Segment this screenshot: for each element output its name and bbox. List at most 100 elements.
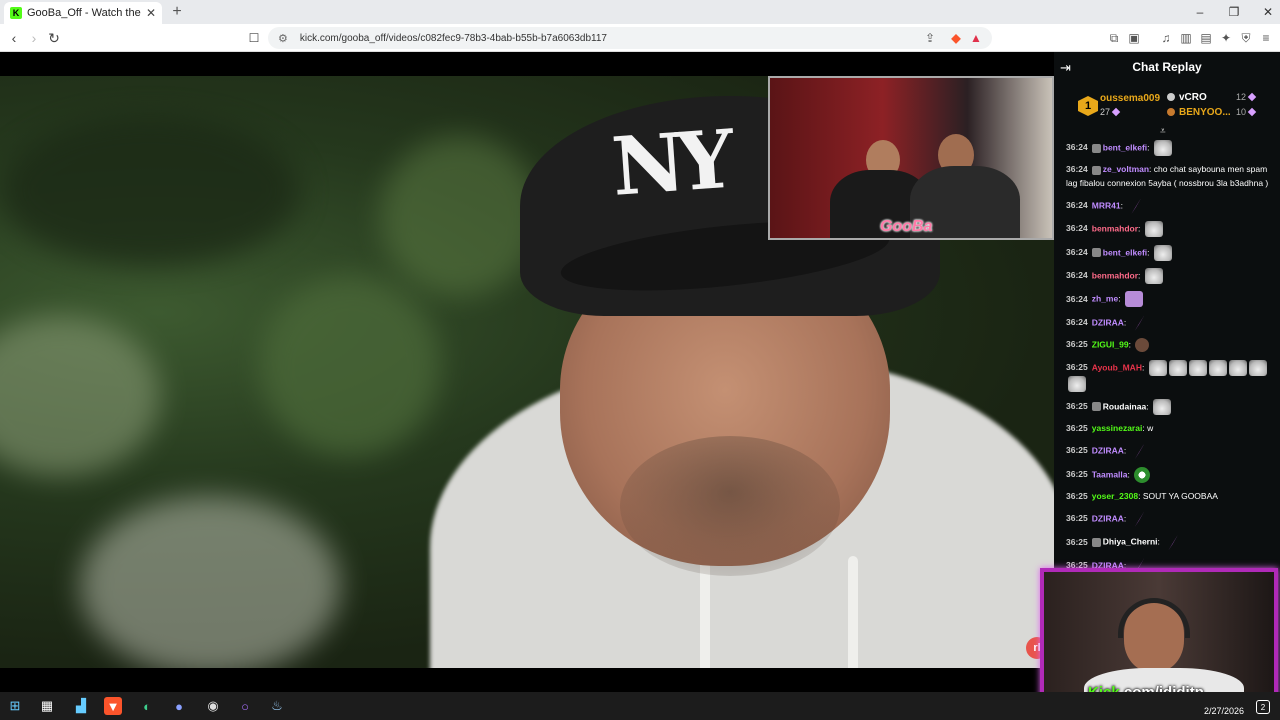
- app-icon[interactable]: ◐: [138, 697, 156, 715]
- chat-message: 36:25 Roudainaa:: [1066, 398, 1276, 415]
- gift-icon: [1247, 107, 1257, 117]
- chat-username[interactable]: yassinezarai: [1092, 423, 1143, 433]
- chat-username[interactable]: bent_elkefi: [1103, 247, 1147, 257]
- webcam-overlay: Kick.com/jdiditn: [1040, 568, 1278, 704]
- separator: :: [1147, 246, 1152, 257]
- windows-taskbar: ⊞ ▦ ▟ ▼ ◐ ● ◉ ○ ♨ 2/27/2026 2: [0, 692, 1280, 720]
- cat-emote-icon: [1152, 398, 1171, 415]
- notifications-icon[interactable]: 2: [1256, 700, 1270, 714]
- browser-tab[interactable]: K GooBa_Off - Watch the VOD ✕: [4, 2, 162, 24]
- separator: :: [1138, 270, 1143, 281]
- cat-emote-icon: [1144, 267, 1163, 284]
- back-button[interactable]: ‹: [4, 28, 24, 48]
- chat-message: 36:25 yassinezarai: w: [1066, 422, 1276, 436]
- media-icon[interactable]: ♫: [1158, 30, 1174, 46]
- tab-title: GooBa_Off - Watch the VOD: [27, 7, 142, 19]
- extensions-icon[interactable]: ⧉: [1106, 30, 1122, 46]
- wallet-icon[interactable]: ▤: [1198, 30, 1214, 46]
- kick-favicon-icon: K: [10, 7, 22, 19]
- purple-emote-icon: [1124, 291, 1143, 308]
- chat-message: 36:24 benmahdor:: [1066, 267, 1276, 284]
- separator: :: [1123, 513, 1129, 524]
- chat-message: 36:25 DZIRAA:: [1066, 510, 1276, 527]
- cat-emote-icon: [1168, 359, 1187, 376]
- separator: :: [1147, 142, 1152, 153]
- expand-leaderboard-icon[interactable]: ⩡: [1160, 126, 1166, 137]
- chat-username[interactable]: DZIRAA: [1092, 445, 1124, 455]
- chat-username[interactable]: Roudainaa: [1103, 401, 1146, 411]
- discord-icon[interactable]: ●: [170, 697, 188, 715]
- video-player[interactable]: NY GooBa rl: [0, 52, 1054, 692]
- feather-emote-icon: [1134, 314, 1145, 331]
- chat-message: 36:25 Taamalla:: [1066, 466, 1276, 483]
- feather-emote-icon: [1131, 197, 1142, 214]
- leaderboard-third-count: 10: [1236, 107, 1247, 117]
- windows-start-icon[interactable]: ⊞: [6, 697, 24, 715]
- brave-rewards-icon[interactable]: ▲: [968, 30, 984, 46]
- cat-emote-icon: [1228, 359, 1247, 376]
- user-badge-icon: [1091, 537, 1101, 547]
- leo-icon[interactable]: ✦: [1218, 30, 1234, 46]
- leaderboard-first-name[interactable]: oussema009: [1100, 93, 1160, 104]
- feather-emote-icon: [1168, 534, 1179, 551]
- address-bar-row: ‹ › ↻ ☐ ⚙ kick.com/gooba_off/videos/c082…: [0, 24, 1280, 52]
- cat-emote-icon: [1248, 359, 1267, 376]
- bookmark-icon[interactable]: ☐: [244, 28, 264, 48]
- new-tab-button[interactable]: +: [168, 3, 186, 21]
- chat-username[interactable]: ZIGUI_99: [1092, 339, 1129, 349]
- ny-logo: NY: [608, 112, 730, 214]
- url-text: kick.com/gooba_off/videos/c082fec9-78b3-…: [299, 32, 607, 44]
- chat-username[interactable]: yoser_2308: [1092, 491, 1138, 501]
- chat-username[interactable]: bent_elkefi: [1103, 142, 1147, 152]
- user-badge-icon: [1091, 165, 1101, 175]
- message-timestamp: 36:24: [1066, 246, 1088, 257]
- chat-username[interactable]: benmahdor: [1092, 223, 1138, 233]
- share-icon[interactable]: ⇪: [922, 30, 938, 46]
- capture-icon[interactable]: ▣: [1126, 30, 1142, 46]
- cat-emote-icon: [1068, 375, 1086, 392]
- vpn-icon[interactable]: ⛨: [1238, 30, 1254, 46]
- chat-username[interactable]: Dhiya_Cherni: [1103, 537, 1158, 547]
- obs-icon[interactable]: ◉: [204, 697, 222, 715]
- separator: :: [1127, 468, 1133, 479]
- chat-username[interactable]: Taamalla: [1092, 469, 1128, 479]
- separator: :: [1138, 223, 1143, 234]
- brave-shields-icon[interactable]: ◆: [948, 30, 964, 46]
- chat-username[interactable]: Ayoub_MAH: [1092, 362, 1142, 372]
- chat-username[interactable]: benmahdor: [1092, 270, 1138, 280]
- forward-button[interactable]: ›: [24, 28, 44, 48]
- cat-emote-icon: [1208, 359, 1227, 376]
- brave-browser-icon[interactable]: ▼: [104, 697, 122, 715]
- user-badge-icon: [1091, 143, 1101, 153]
- chat-title: Chat Replay: [1132, 60, 1202, 74]
- message-timestamp: 36:24: [1066, 316, 1088, 327]
- file-explorer-icon[interactable]: ▟: [72, 697, 90, 715]
- cat-emote-icon: [1153, 244, 1172, 261]
- gift-leaderboard: 1 oussema009 27 vCRO BENYOO... 12 10 ⩡: [1054, 86, 1280, 137]
- chat-username[interactable]: DZIRAA: [1092, 513, 1124, 523]
- url-field[interactable]: ⚙ kick.com/gooba_off/videos/c082fec9-78b…: [268, 27, 992, 49]
- close-window-button[interactable]: ✕: [1248, 0, 1280, 24]
- tab-close-icon[interactable]: ✕: [146, 6, 156, 20]
- chat-username[interactable]: ze_voltman: [1103, 164, 1149, 174]
- site-settings-icon[interactable]: ⚙: [278, 32, 288, 45]
- first-place-icon: 1: [1078, 96, 1098, 116]
- chat-username[interactable]: MRR41: [1092, 200, 1121, 210]
- user-badge-icon: [1091, 248, 1101, 258]
- menu-icon[interactable]: ≡: [1258, 30, 1274, 46]
- reload-button[interactable]: ↻: [44, 28, 64, 48]
- chat-message: 36:24 zh_me:: [1066, 291, 1276, 308]
- chat-username[interactable]: zh_me: [1092, 294, 1118, 304]
- taskbar-date[interactable]: 2/27/2026: [1204, 706, 1244, 716]
- separator: :: [1141, 361, 1147, 372]
- third-place-icon: [1167, 108, 1175, 117]
- separator: :: [1146, 401, 1151, 412]
- pip-overlay: GooBa: [768, 76, 1054, 240]
- sidebar-icon[interactable]: ▥: [1178, 30, 1194, 46]
- steam-icon[interactable]: ♨: [268, 697, 286, 715]
- leaderboard-first-count: 27: [1100, 107, 1111, 117]
- circle-app-icon[interactable]: ○: [236, 697, 254, 715]
- chat-username[interactable]: DZIRAA: [1092, 317, 1124, 327]
- chat-message-list: 36:24 bent_elkefi: 36:24 ze_voltman: cho c…: [1066, 140, 1276, 604]
- task-view-icon[interactable]: ▦: [38, 697, 56, 715]
